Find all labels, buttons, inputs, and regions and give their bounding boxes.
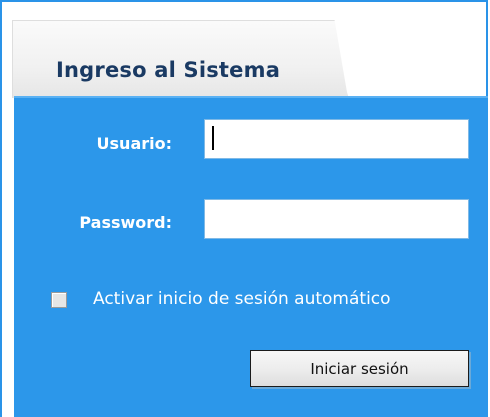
auto-login-checkbox[interactable] xyxy=(51,292,67,308)
auto-login-label[interactable]: Activar inicio de sesión automático xyxy=(93,289,391,309)
username-input[interactable] xyxy=(204,119,469,159)
password-input[interactable] xyxy=(204,199,469,239)
text-caret xyxy=(212,126,214,150)
login-button[interactable]: Iniciar sesión xyxy=(250,350,469,387)
login-title: Ingreso al Sistema xyxy=(56,58,281,82)
password-label: Password: xyxy=(79,213,172,232)
username-label: Usuario: xyxy=(96,134,172,153)
